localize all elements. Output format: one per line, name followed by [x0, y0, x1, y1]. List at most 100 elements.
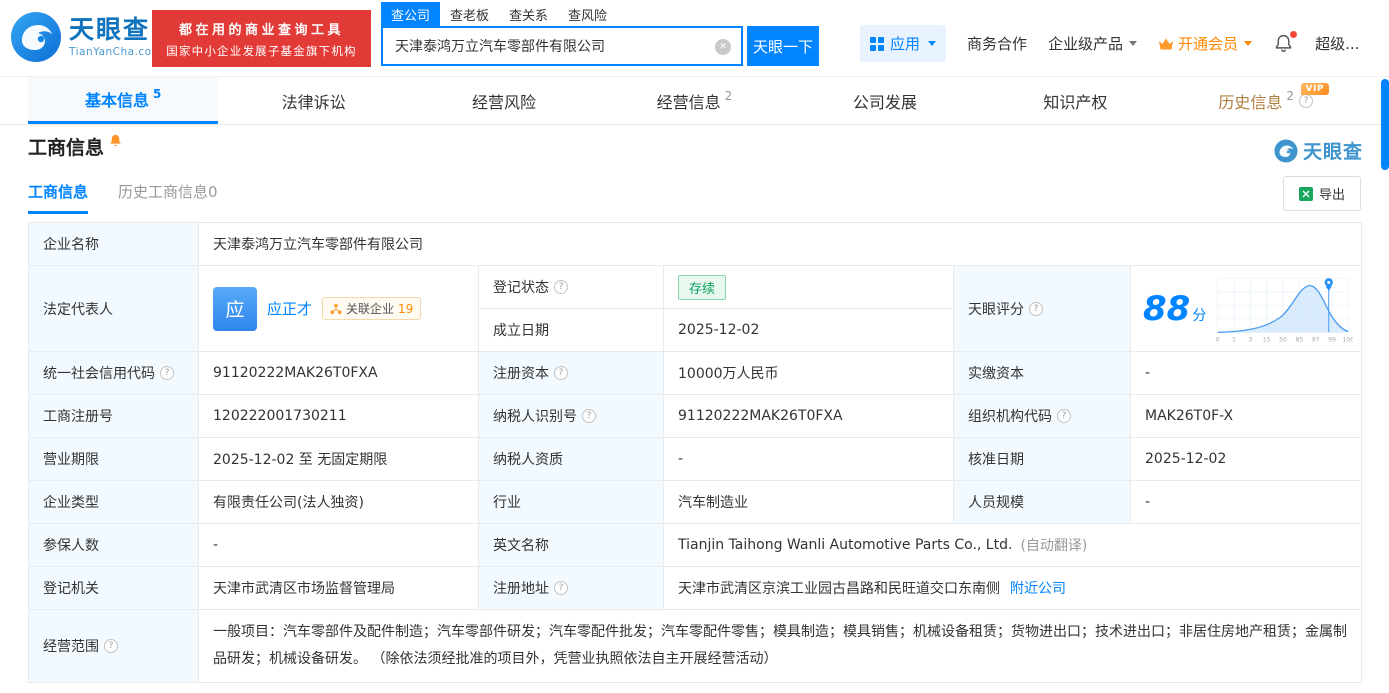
help-icon[interactable] — [1029, 301, 1043, 316]
excel-icon — [1298, 186, 1313, 201]
field-org-code-value: MAK26T0F-X — [1131, 395, 1362, 438]
business-info-table: 企业名称 天津泰鸿万立汽车零部件有限公司 法定代表人 应 应正才 关联企业 19… — [28, 222, 1362, 683]
search-button[interactable]: 天眼一下 — [747, 26, 819, 66]
tianyancha-logo[interactable]: 天眼查 TianYanCha.com — [10, 11, 162, 63]
field-paid-capital-value: - — [1131, 352, 1362, 395]
legal-rep-link[interactable]: 应正才 — [267, 298, 312, 319]
field-taxpayer-id-label: 纳税人识别号 — [479, 395, 664, 438]
svg-text:100: 100 — [1343, 336, 1353, 343]
clear-icon[interactable] — [715, 39, 731, 55]
promo-line-2: 国家中小企业发展子基金旗下机构 — [166, 43, 357, 58]
field-company-type-label: 企业类型 — [29, 481, 199, 524]
field-reg-status-label: 登记状态 — [479, 266, 664, 309]
field-reg-address-label: 注册地址 — [479, 567, 664, 610]
help-icon[interactable] — [554, 366, 568, 380]
apps-label: 应用 — [890, 35, 921, 53]
field-reg-capital-label: 注册资本 — [479, 352, 664, 395]
field-reg-number-label: 工商注册号 — [29, 395, 199, 438]
related-companies-icon — [330, 303, 342, 314]
search-tab-company[interactable]: 查公司 — [381, 2, 441, 27]
search-area: 查公司 查老板 查关系 查风险 天眼一下 — [381, 2, 819, 66]
legal-rep-avatar[interactable]: 应 — [213, 286, 257, 331]
nearby-companies-link[interactable]: 附近公司 — [1010, 578, 1066, 598]
help-icon[interactable] — [160, 366, 174, 380]
search-tab-relation[interactable]: 查关系 — [499, 2, 558, 27]
tab-business-info[interactable]: 经营信息 2 — [599, 77, 789, 124]
status-badge: 存续 — [678, 274, 727, 300]
svg-text:1: 1 — [1232, 336, 1236, 343]
field-industry-label: 行业 — [479, 481, 664, 524]
watermark-logo-icon — [1274, 138, 1298, 163]
watermark-logo: 天眼查 — [1274, 137, 1363, 164]
svg-text:97: 97 — [1312, 336, 1320, 343]
help-icon[interactable] — [1057, 409, 1071, 423]
promo-banner: 都在用的商业查询工具 国家中小企业发展子基金旗下机构 — [152, 10, 371, 67]
tab-operational-risk[interactable]: 经营风险 — [409, 77, 599, 124]
related-companies-tag[interactable]: 关联企业 19 — [322, 297, 422, 320]
tianyancha-logo-icon — [11, 12, 61, 62]
field-industry-value: 汽车制造业 — [664, 481, 954, 524]
score-number: 88 分 — [1143, 288, 1207, 329]
score-pin-icon — [1325, 285, 1332, 291]
svg-text:99: 99 — [1328, 336, 1336, 343]
search-tab-risk[interactable]: 查风险 — [558, 2, 617, 27]
field-establish-date-value: 2025-12-02 — [664, 309, 954, 352]
company-nav-tabs: 基本信息 5 法律诉讼 经营风险 经营信息 2 公司发展 知识产权 VIP 历史… — [0, 76, 1389, 125]
svg-text:85: 85 — [1295, 336, 1303, 343]
field-taxpayer-id-value: 91120222MAK26T0FXA — [664, 395, 954, 438]
chevron-down-icon — [1129, 41, 1138, 46]
subscribe-bell-icon[interactable] — [108, 133, 123, 148]
export-button[interactable]: 导出 — [1282, 176, 1361, 211]
help-icon[interactable] — [104, 639, 118, 653]
field-company-name-label: 企业名称 — [29, 223, 199, 266]
export-label: 导出 — [1318, 188, 1345, 203]
score-distribution-chart: 0 1 3 15 50 85 97 99 100 — [1216, 277, 1353, 343]
help-icon[interactable] — [554, 280, 568, 294]
field-taxpayer-quality-label: 纳税人资质 — [479, 438, 664, 481]
auto-translate-note: (自动翻译) — [1020, 538, 1088, 554]
menu-open-vip[interactable]: 开通会员 — [1158, 33, 1253, 54]
field-business-scope-value: 一般项目：汽车零部件及配件制造；汽车零部件研发；汽车零配件批发；汽车零配件零售；… — [199, 610, 1362, 683]
field-org-code-label: 组织机构代码 — [954, 395, 1131, 438]
search-tabs: 查公司 查老板 查关系 查风险 — [381, 2, 819, 27]
notification-bell[interactable] — [1273, 31, 1298, 54]
apps-menu-button[interactable]: 应用 — [860, 25, 947, 62]
field-english-name-value: Tianjin Taihong Wanli Automotive Parts C… — [664, 524, 1362, 567]
field-credit-code-label: 统一社会信用代码 — [29, 352, 199, 395]
menu-enterprise-products[interactable]: 企业级产品 — [1048, 33, 1138, 54]
help-icon[interactable] — [1299, 93, 1314, 108]
help-icon[interactable] — [554, 581, 568, 595]
brand-name: 天眼查 — [69, 15, 151, 45]
search-input[interactable] — [383, 28, 741, 64]
field-paid-capital-label: 实缴资本 — [954, 352, 1131, 395]
svg-text:3: 3 — [1248, 336, 1252, 343]
promo-line-1: 都在用的商业查询工具 — [178, 22, 344, 38]
field-approval-date-label: 核准日期 — [954, 438, 1131, 481]
field-reg-authority-label: 登记机关 — [29, 567, 199, 610]
menu-super-vip[interactable]: 超级... — [1315, 33, 1359, 54]
tab-intellectual-property[interactable]: 知识产权 — [980, 77, 1170, 124]
chevron-down-icon — [1244, 41, 1253, 46]
tianyancha-company-page: 天眼查 TianYanCha.com 都在用的商业查询工具 国家中小企业发展子基… — [0, 0, 1389, 693]
subtab-history-registration[interactable]: 历史工商信息0 — [118, 181, 218, 211]
menu-business-cooperation[interactable]: 商务合作 — [967, 33, 1027, 54]
section-header: 工商信息 — [28, 133, 123, 160]
field-reg-capital-value: 10000万人民币 — [664, 352, 954, 395]
vip-badge: VIP — [1300, 83, 1329, 95]
tab-legal-proceedings[interactable]: 法律诉讼 — [218, 77, 408, 124]
tab-history-info[interactable]: VIP 历史信息 2 — [1171, 77, 1361, 124]
svg-text:0: 0 — [1216, 336, 1220, 343]
watermark-text: 天眼查 — [1302, 141, 1363, 163]
search-tab-boss[interactable]: 查老板 — [440, 2, 499, 27]
tab-company-development[interactable]: 公司发展 — [790, 77, 980, 124]
field-reg-number-value: 120222001730211 — [199, 395, 479, 438]
section-sub-tabs: 工商信息 历史工商信息0 — [28, 181, 218, 214]
subtab-business-registration[interactable]: 工商信息 — [28, 181, 89, 214]
field-staff-size-value: - — [1131, 481, 1362, 524]
scrollbar-thumb[interactable] — [1381, 79, 1389, 170]
field-score-value: 88 分 01 3 15 50 85 97 99 100 — [1131, 266, 1362, 352]
search-row: 天眼一下 — [381, 26, 819, 66]
help-icon[interactable] — [582, 409, 596, 423]
tab-basic-info[interactable]: 基本信息 5 — [28, 77, 219, 124]
field-reg-authority-value: 天津市武清区市场监督管理局 — [199, 567, 479, 610]
